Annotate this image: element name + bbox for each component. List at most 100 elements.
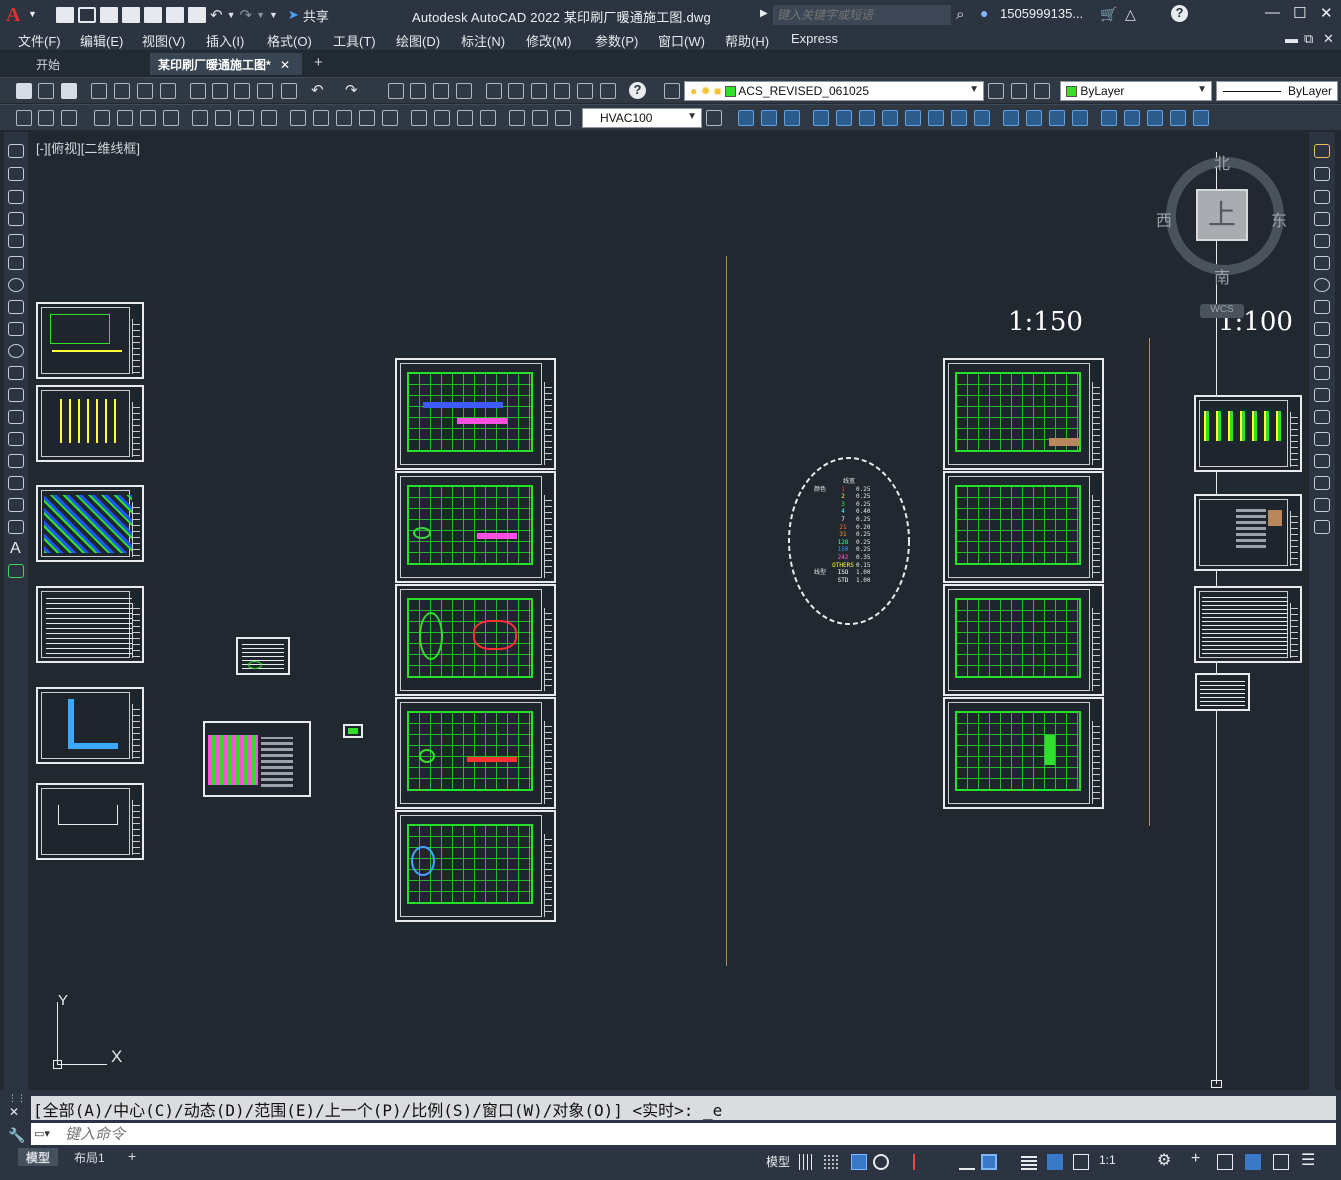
zoom-realtime-icon[interactable] xyxy=(410,83,426,99)
annotation-visibility-icon[interactable] xyxy=(1047,1154,1063,1170)
mtext-icon[interactable] xyxy=(61,110,77,126)
open-icon[interactable] xyxy=(78,7,96,23)
recent-commands-icon[interactable]: ▭▾ xyxy=(34,1127,58,1141)
layer-freeze-icon[interactable] xyxy=(859,110,875,126)
menu-format[interactable]: 格式(O) xyxy=(267,31,312,50)
jogged-linear-icon[interactable] xyxy=(480,110,496,126)
layer-on-icon[interactable] xyxy=(882,110,898,126)
layer-merge-icon[interactable] xyxy=(1003,110,1019,126)
zoom-window-icon[interactable] xyxy=(433,83,449,99)
hatch-icon[interactable] xyxy=(8,454,24,468)
copy-icon[interactable] xyxy=(212,83,228,99)
object-snap-tracking-icon[interactable] xyxy=(959,1154,975,1170)
tolerance-icon[interactable] xyxy=(411,110,427,126)
compass-north[interactable]: 北 xyxy=(1214,150,1230,174)
aligned-dim-icon[interactable] xyxy=(117,110,133,126)
match-properties-icon[interactable] xyxy=(257,83,273,99)
open-icon[interactable] xyxy=(38,83,54,99)
cart-icon[interactable]: 🛒 xyxy=(1100,6,1117,23)
layer-settings-icon[interactable] xyxy=(1193,110,1209,126)
make-current-icon[interactable] xyxy=(988,83,1004,99)
isometric-icon[interactable] xyxy=(913,1154,929,1170)
customize-quick-access-icon[interactable]: ▼ xyxy=(269,10,278,20)
table-icon[interactable] xyxy=(8,520,24,534)
redo-dropdown-icon[interactable]: ▼ xyxy=(256,10,265,20)
pan-icon[interactable] xyxy=(388,83,404,99)
arc-icon[interactable] xyxy=(8,256,24,270)
doc-restore-icon[interactable]: ⧉ xyxy=(1304,31,1313,47)
save-as-icon[interactable] xyxy=(122,7,140,23)
layer-previous-icon[interactable] xyxy=(1170,110,1186,126)
spline-icon[interactable] xyxy=(8,322,24,336)
dimstyle-dropdown[interactable]: HVAC100 ▼ xyxy=(582,108,702,128)
block-editor-icon[interactable] xyxy=(281,83,297,99)
baseline-dim-icon[interactable] xyxy=(313,110,329,126)
insert-block-icon[interactable] xyxy=(8,388,24,402)
grip-icon[interactable]: ⋮⋮ xyxy=(8,1093,26,1104)
grid-icon[interactable] xyxy=(799,1154,815,1170)
dim-edit-icon[interactable] xyxy=(509,110,525,126)
maximize-icon[interactable]: ☐ xyxy=(1293,4,1306,22)
tab-close-icon[interactable]: ✕ xyxy=(280,58,290,72)
gear-icon[interactable]: ⚙ xyxy=(1157,1150,1171,1170)
share-button[interactable]: ➤ 共享 xyxy=(288,6,329,25)
plot-preview-icon[interactable] xyxy=(114,83,130,99)
viewcube-top-face[interactable]: 上 xyxy=(1196,189,1248,241)
new-tab-button[interactable]: + xyxy=(306,53,331,75)
radius-dim-icon[interactable] xyxy=(192,110,208,126)
layer-unisolate-icon[interactable] xyxy=(813,110,829,126)
ellipse-arc-icon[interactable] xyxy=(8,366,24,380)
3dprint-icon[interactable] xyxy=(160,83,176,99)
isolate-objects-icon[interactable] xyxy=(1217,1154,1233,1170)
layer-state-icon[interactable] xyxy=(1034,83,1050,99)
calculator-icon[interactable] xyxy=(600,83,616,99)
angular-dim-icon[interactable] xyxy=(261,110,277,126)
add-layout-button[interactable]: + xyxy=(120,1148,144,1166)
annotate-icon[interactable] xyxy=(16,110,32,126)
menu-express[interactable]: Express xyxy=(791,31,838,46)
menu-insert[interactable]: 插入(I) xyxy=(206,31,244,50)
break-icon[interactable] xyxy=(1314,410,1330,424)
menu-tools[interactable]: 工具(T) xyxy=(333,31,376,50)
dim-style-manager-icon[interactable] xyxy=(706,110,722,126)
save-icon[interactable] xyxy=(100,7,118,23)
color-dropdown[interactable]: ByLayer ▼ xyxy=(1060,81,1212,101)
drawing-canvas[interactable]: [-][俯视][二维线框] 线宽 颜色 1 0.25 2 0.25 3 0.25… xyxy=(33,132,1305,1088)
menu-edit[interactable]: 编辑(E) xyxy=(80,31,123,50)
copy-to-layer-icon[interactable] xyxy=(1049,110,1065,126)
minimize-icon[interactable]: — xyxy=(1265,4,1280,21)
continue-dim-icon[interactable] xyxy=(336,110,352,126)
polyline-icon[interactable] xyxy=(8,190,24,204)
dim-space-icon[interactable] xyxy=(359,110,375,126)
model-space-toggle[interactable]: 模型 xyxy=(766,1153,790,1170)
tab-drawing[interactable]: 某印刷厂暖通施工图* ✕ xyxy=(150,53,302,75)
search-expand-icon[interactable]: ▶ xyxy=(760,8,768,19)
save-icon[interactable] xyxy=(61,83,77,99)
center-mark-icon[interactable] xyxy=(434,110,450,126)
explode-icon[interactable] xyxy=(1314,520,1330,534)
help-icon[interactable]: ? xyxy=(1171,5,1188,22)
menu-window[interactable]: 窗口(W) xyxy=(658,31,705,50)
undo-icon[interactable]: ↶ xyxy=(210,6,223,24)
erase-icon[interactable] xyxy=(1314,144,1330,158)
properties-icon[interactable] xyxy=(486,83,502,99)
close-icon[interactable]: ✕ xyxy=(9,1105,19,1119)
inspection-icon[interactable] xyxy=(457,110,473,126)
compass-east[interactable]: 东 xyxy=(1271,207,1287,231)
quick-dim-icon[interactable] xyxy=(290,110,306,126)
search-icon[interactable]: ⌕ xyxy=(956,6,964,23)
publish-icon[interactable] xyxy=(144,7,162,23)
layer-change-icon[interactable] xyxy=(761,110,777,126)
tab-model[interactable]: 模型 xyxy=(18,1148,59,1166)
layer-properties-icon[interactable] xyxy=(664,83,680,99)
doc-minimize-icon[interactable]: ▬ xyxy=(1285,31,1298,46)
scale-icon[interactable] xyxy=(1314,300,1330,314)
make-block-icon[interactable] xyxy=(8,410,24,424)
layer-lock-icon[interactable] xyxy=(928,110,944,126)
mirror-icon[interactable] xyxy=(1314,190,1330,204)
multileader-icon[interactable] xyxy=(38,110,54,126)
design-center-icon[interactable] xyxy=(508,83,524,99)
wcs-menu[interactable]: WCS xyxy=(1200,304,1244,318)
menu-dimension[interactable]: 标注(N) xyxy=(461,31,505,50)
layer-dropdown[interactable]: ● ✹ ■ ACS_REVISED_061025 ▼ xyxy=(684,81,984,101)
